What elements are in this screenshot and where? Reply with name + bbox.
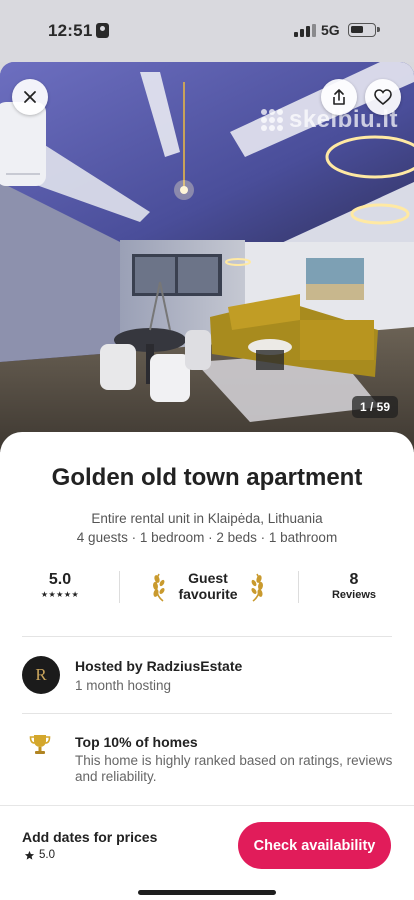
home-indicator xyxy=(138,890,276,895)
heart-icon xyxy=(374,89,392,105)
stats-bar: 5.0 ★★★★★ Guest favourite 8 Reviews xyxy=(22,567,392,607)
host-name: Hosted by RadziusEstate xyxy=(75,658,243,674)
rating-stars-icon: ★★★★★ xyxy=(40,590,80,599)
laurel-right-icon xyxy=(251,573,263,602)
highlight-description: This home is highly ranked based on rati… xyxy=(75,753,393,784)
rating-stat: 5.0 ★★★★★ xyxy=(36,571,84,599)
watermark-dots-icon xyxy=(260,109,283,131)
photo-counter: 1 / 59 xyxy=(352,396,399,418)
trophy-icon xyxy=(29,735,51,754)
listing-subtitle: Entire rental unit in Klaipėda, Lithuani… xyxy=(91,511,323,526)
host-avatar-letter: R xyxy=(35,665,47,684)
listing-photo[interactable]: skelbiu.lt xyxy=(0,62,414,452)
stat-divider xyxy=(298,571,299,603)
footer-rating: 5.0 xyxy=(24,849,55,861)
section-divider xyxy=(22,636,392,637)
focus-icon xyxy=(96,23,109,38)
price-label: Add dates for prices xyxy=(22,829,158,845)
close-button[interactable] xyxy=(12,79,48,115)
share-icon xyxy=(333,88,345,105)
favourite-button[interactable] xyxy=(365,79,401,115)
host-avatar[interactable]: R xyxy=(22,656,60,694)
footer-rating-value: 5.0 xyxy=(39,849,55,861)
reviews-label: Reviews xyxy=(331,589,377,601)
booking-footer: Add dates for prices 5.0 Check availabil… xyxy=(0,805,414,900)
star-icon xyxy=(24,850,35,860)
status-time: 12:51 xyxy=(48,21,93,40)
listing-title: Golden old town apartment xyxy=(51,464,363,491)
highlight-title: Top 10% of homes xyxy=(75,734,198,750)
host-duration: 1 month hosting xyxy=(75,678,172,693)
guest-favourite-badge: Guest favourite xyxy=(148,567,268,607)
rating-value: 5.0 xyxy=(48,571,72,588)
guest-favourite-line1: Guest xyxy=(188,570,228,586)
reviews-count: 8 xyxy=(349,571,359,588)
guest-favourite-line2: favourite xyxy=(178,586,238,602)
listing-sheet: Golden old town apartment Entire rental … xyxy=(0,432,414,812)
laurel-left-icon xyxy=(153,573,165,602)
share-button[interactable] xyxy=(321,79,357,115)
battery-icon xyxy=(348,23,380,37)
status-bar: 12:51 5G xyxy=(0,0,414,62)
section-divider xyxy=(22,713,392,714)
listing-details: 4 guests · 1 bedroom · 2 beds · 1 bathro… xyxy=(76,530,338,545)
signal-icon xyxy=(294,24,316,37)
guest-favourite-text: Guest favourite xyxy=(168,570,248,602)
check-availability-button[interactable]: Check availability xyxy=(238,822,391,869)
stat-divider xyxy=(119,571,120,603)
reviews-stat[interactable]: 8 Reviews xyxy=(322,571,386,601)
network-label: 5G xyxy=(321,22,340,38)
close-icon xyxy=(24,91,36,103)
